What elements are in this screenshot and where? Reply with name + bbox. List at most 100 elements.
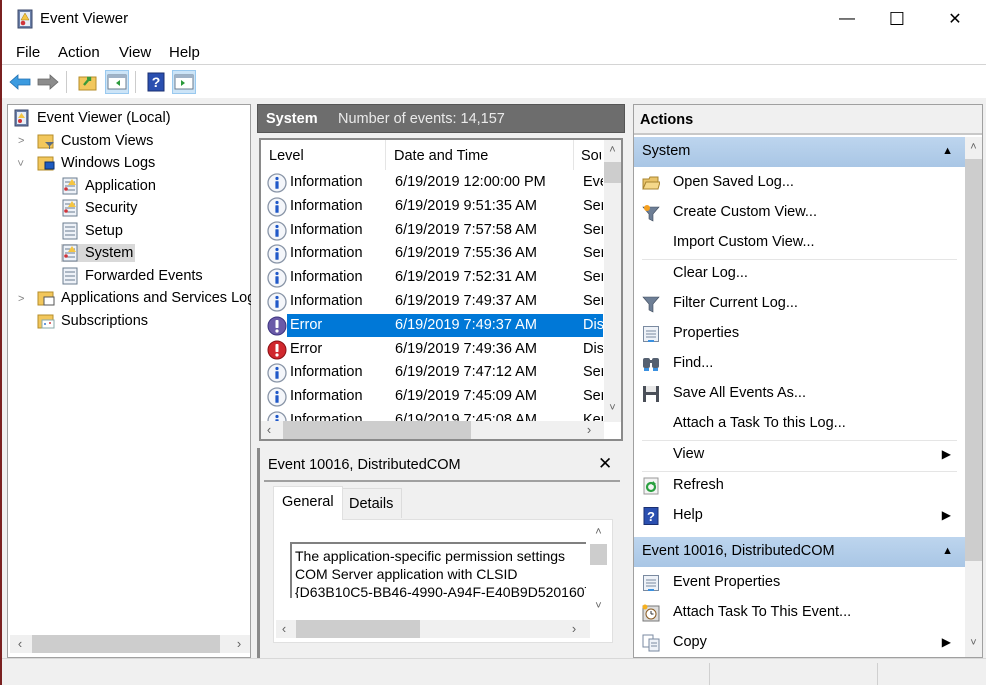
tree-item-subscriptions[interactable]: Subscriptions [37,310,148,332]
scrollbar-thumb[interactable] [283,421,471,439]
menu-help[interactable]: Help [169,44,200,61]
event-level: Information [290,245,363,262]
menu-action[interactable]: Action [58,44,100,61]
event-row[interactable]: Information 6/19/2019 7:57:58 AM Ser [265,219,603,242]
actions-section-header[interactable]: System ▲ [634,137,965,167]
scroll-up-icon[interactable]: ˄ [965,141,982,153]
scroll-left-icon[interactable]: ‹ [12,636,28,651]
menu-view[interactable]: View [119,44,151,61]
action-item[interactable]: Attach Task To This Event... [634,598,965,628]
scrollbar-thumb[interactable] [590,544,607,565]
show-hide-console-tree-button[interactable] [105,70,129,94]
show-hide-action-pane-button[interactable] [172,70,196,94]
scroll-up-icon[interactable]: ˄ [590,526,607,538]
scrollbar-thumb[interactable] [296,620,420,638]
status-bar-divider [877,663,878,685]
scroll-left-icon[interactable]: ‹ [276,621,292,636]
column-divider[interactable] [573,140,574,170]
action-item[interactable]: Open Saved Log... [634,168,965,198]
event-level: Information [290,364,363,381]
action-item[interactable]: Save All Events As... [634,379,965,409]
event-row[interactable]: Information 6/19/2019 7:47:12 AM Ser [265,361,603,384]
event-row[interactable]: Information 6/19/2019 7:55:36 AM Ser [265,242,603,265]
collapse-triangle-icon[interactable]: ▲ [942,545,953,557]
scrollbar-thumb[interactable] [965,159,982,561]
action-item[interactable]: Refresh [634,471,965,501]
scroll-right-icon[interactable]: › [231,636,247,651]
scrollbar-thumb[interactable] [32,635,220,653]
binoculars-icon [642,355,660,373]
column-header-source[interactable]: Source [581,148,601,164]
action-item[interactable]: View ▶ [634,440,965,470]
action-item[interactable]: ? Help ▶ [634,501,965,531]
description-line: COM Server application with CLSID [295,566,518,582]
tree-root-event-viewer-local[interactable]: Event Viewer (Local) [13,107,171,129]
event-list-horizontal-scrollbar[interactable]: ‹ › [261,421,604,439]
event-row[interactable]: Information 6/19/2019 7:45:09 AM Ser [265,385,603,408]
event-datetime: 6/19/2019 7:55:36 AM [395,245,537,262]
log-icon [62,222,78,240]
description-horizontal-scrollbar[interactable]: ‹ › [276,620,590,638]
action-item[interactable]: Attach a Task To this Log... [634,409,965,439]
tree-item-forwarded-events[interactable]: Forwarded Events [61,265,203,287]
tree-horizontal-scrollbar[interactable]: ‹ › [10,635,250,653]
column-header-date-time[interactable]: Date and Time [394,148,488,164]
tree-item-setup[interactable]: Setup [61,220,123,242]
forward-arrow-icon [37,74,59,90]
tree-label: Event Viewer (Local) [37,110,171,126]
event-row[interactable]: Information 6/19/2019 9:51:35 AM Ser [265,195,603,218]
action-item[interactable]: Filter Current Log... [634,289,965,319]
action-item[interactable]: Create Custom View... [634,198,965,228]
event-row[interactable]: Information 6/19/2019 7:49:37 AM Ser [265,290,603,313]
scroll-left-icon[interactable]: ‹ [261,422,277,437]
tree-item-applications-and-services-logs[interactable]: Applications and Services Logs [37,287,251,309]
event-description-text[interactable]: The application-specific permission sett… [290,542,586,598]
tab-general[interactable]: General [273,486,343,520]
up-one-level-button[interactable] [76,70,100,94]
action-item[interactable]: Import Custom View... [634,228,965,258]
collapse-chevron-icon[interactable]: > [14,160,26,166]
tree-item-custom-views[interactable]: Custom Views [37,130,153,152]
tree-item-security[interactable]: Security [61,197,137,219]
forward-button[interactable] [36,70,60,94]
action-item[interactable]: Copy ▶ [634,628,965,658]
description-vertical-scrollbar[interactable]: ˄ ˅ [590,522,607,618]
action-item[interactable]: Clear Log... [634,259,965,289]
action-item[interactable]: Event Properties [634,568,965,598]
event-row[interactable]: Error 6/19/2019 7:49:36 AM Dis [265,338,603,361]
event-row[interactable]: Error 6/19/2019 7:49:37 AM Dis [265,313,603,337]
scroll-up-icon[interactable]: ˄ [604,144,621,156]
collapse-triangle-icon[interactable]: ▲ [942,145,953,157]
toolbar: ? [2,66,986,98]
scrollbar-thumb[interactable] [604,162,621,183]
minimize-button[interactable]: — [822,0,872,38]
tab-details[interactable]: Details [340,488,403,518]
tree-item-windows-logs[interactable]: Windows Logs [37,152,155,174]
column-divider[interactable] [385,140,386,170]
scroll-down-icon[interactable]: ˅ [965,637,982,649]
close-detail-icon[interactable]: ✕ [598,454,612,474]
help-button[interactable]: ? [144,70,168,94]
scroll-right-icon[interactable]: › [581,422,597,437]
event-list-vertical-scrollbar[interactable]: ˄ ˅ [604,140,621,422]
actions-section-header[interactable]: Event 10016, DistributedCOM ▲ [634,537,965,567]
tree-item-system[interactable]: System [61,242,136,264]
description-line: {D63B10C5-BB46-4990-A94F-E40B9D520160} [295,584,586,598]
actions-vertical-scrollbar[interactable]: ˄ ˅ [965,137,982,657]
back-button[interactable] [8,70,32,94]
expand-chevron-icon[interactable]: > [18,293,24,305]
close-button[interactable]: ✕ [930,0,980,38]
event-row[interactable]: Information 6/19/2019 12:00:00 PM Eve [265,171,603,194]
expand-chevron-icon[interactable]: > [18,135,24,147]
maximize-button[interactable]: ☐ [872,0,922,38]
tree-item-application[interactable]: Application [61,175,156,197]
action-item[interactable]: Properties [634,319,965,349]
action-item[interactable]: Find... [634,349,965,379]
scroll-right-icon[interactable]: › [566,621,582,636]
scroll-down-icon[interactable]: ˅ [590,600,607,612]
scroll-down-icon[interactable]: ˅ [604,402,621,414]
window-title: Event Viewer [40,10,129,27]
menu-file[interactable]: File [16,44,40,61]
column-header-level[interactable]: Level [269,148,304,164]
event-row[interactable]: Information 6/19/2019 7:52:31 AM Ser [265,266,603,289]
